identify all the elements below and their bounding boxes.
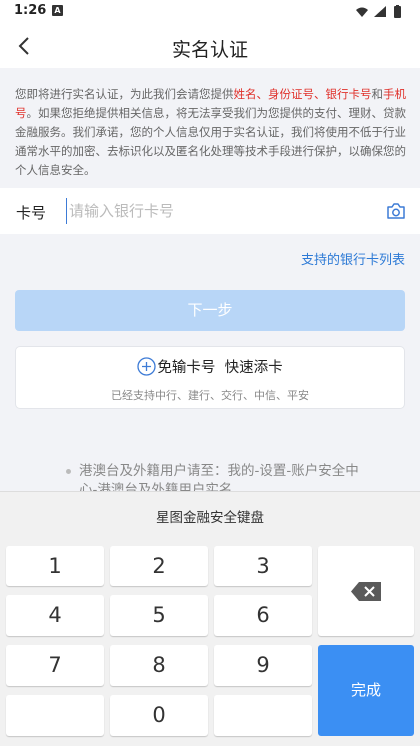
key-1[interactable]: 1 [6, 546, 104, 586]
bullet-dot [66, 469, 71, 474]
quick-add-card-button[interactable]: 免输卡号 快速添卡 已经支持中行、建行、交行、中信、平安 [15, 346, 405, 409]
notice-field-card: 银行卡号 [325, 87, 372, 101]
notice-sep-2: 、 [314, 87, 326, 101]
notice-body: 。如果您拒绝提供相关信息，将无法享受我们为您提供的支付、理财、贷款金融服务。我们… [15, 106, 406, 177]
notification-icon: A [52, 5, 63, 16]
key-0[interactable]: 0 [110, 695, 208, 736]
notice-field-id: 身份证号 [268, 87, 314, 101]
key-8[interactable]: 8 [110, 645, 208, 686]
status-time: 1:26 [14, 3, 47, 18]
wifi-icon [356, 7, 368, 17]
key-blank [214, 695, 312, 736]
nav-bar: 实名认证 [0, 24, 420, 68]
quick-add-title: 免输卡号 快速添卡 [16, 356, 404, 377]
key-3[interactable]: 3 [214, 546, 312, 586]
battery-icon [394, 6, 401, 18]
card-number-row: 卡号 [0, 188, 420, 234]
key-7[interactable]: 7 [6, 645, 104, 686]
secure-keyboard: 星图金融安全键盘 1 2 3 4 5 6 7 8 9 0 完成 [0, 491, 420, 746]
next-button[interactable]: 下一步 [15, 290, 405, 331]
key-2[interactable]: 2 [110, 546, 208, 586]
notice-intro: 您即将进行实名认证，为此我们会请您提供 [15, 87, 234, 101]
key-4[interactable]: 4 [6, 595, 104, 636]
page-title: 实名认证 [171, 39, 248, 61]
notice-conj: 和 [371, 87, 384, 101]
camera-icon[interactable] [386, 202, 406, 220]
privacy-notice: 您即将进行实名认证，为此我们会请您提供姓名、身份证号、银行卡号和手机号。如果您拒… [15, 85, 407, 180]
key-6[interactable]: 6 [214, 595, 312, 636]
plus-circle-icon [137, 357, 157, 376]
notice-sep-1: 、 [256, 87, 269, 101]
backspace-icon [351, 582, 381, 601]
status-icons [356, 5, 401, 18]
done-button[interactable]: 完成 [318, 645, 414, 736]
backspace-button[interactable] [318, 546, 414, 636]
card-number-label: 卡号 [16, 204, 47, 222]
quick-add-title-extra: 快速添卡 [224, 360, 283, 376]
signal-icon [374, 6, 386, 17]
key-9[interactable]: 9 [214, 645, 312, 686]
notice-field-name: 姓名 [233, 87, 257, 101]
quick-add-title-main: 免输卡号 [157, 360, 216, 376]
keyboard-title: 星图金融安全键盘 [156, 510, 264, 526]
key-5[interactable]: 5 [110, 595, 208, 636]
key-blank [6, 695, 104, 736]
supported-banks-link[interactable]: 支持的银行卡列表 [301, 249, 405, 268]
quick-add-subtitle: 已经支持中行、建行、交行、中信、平安 [111, 389, 309, 402]
card-number-input[interactable] [66, 198, 366, 224]
status-bar: 1:26 A [0, 0, 420, 24]
